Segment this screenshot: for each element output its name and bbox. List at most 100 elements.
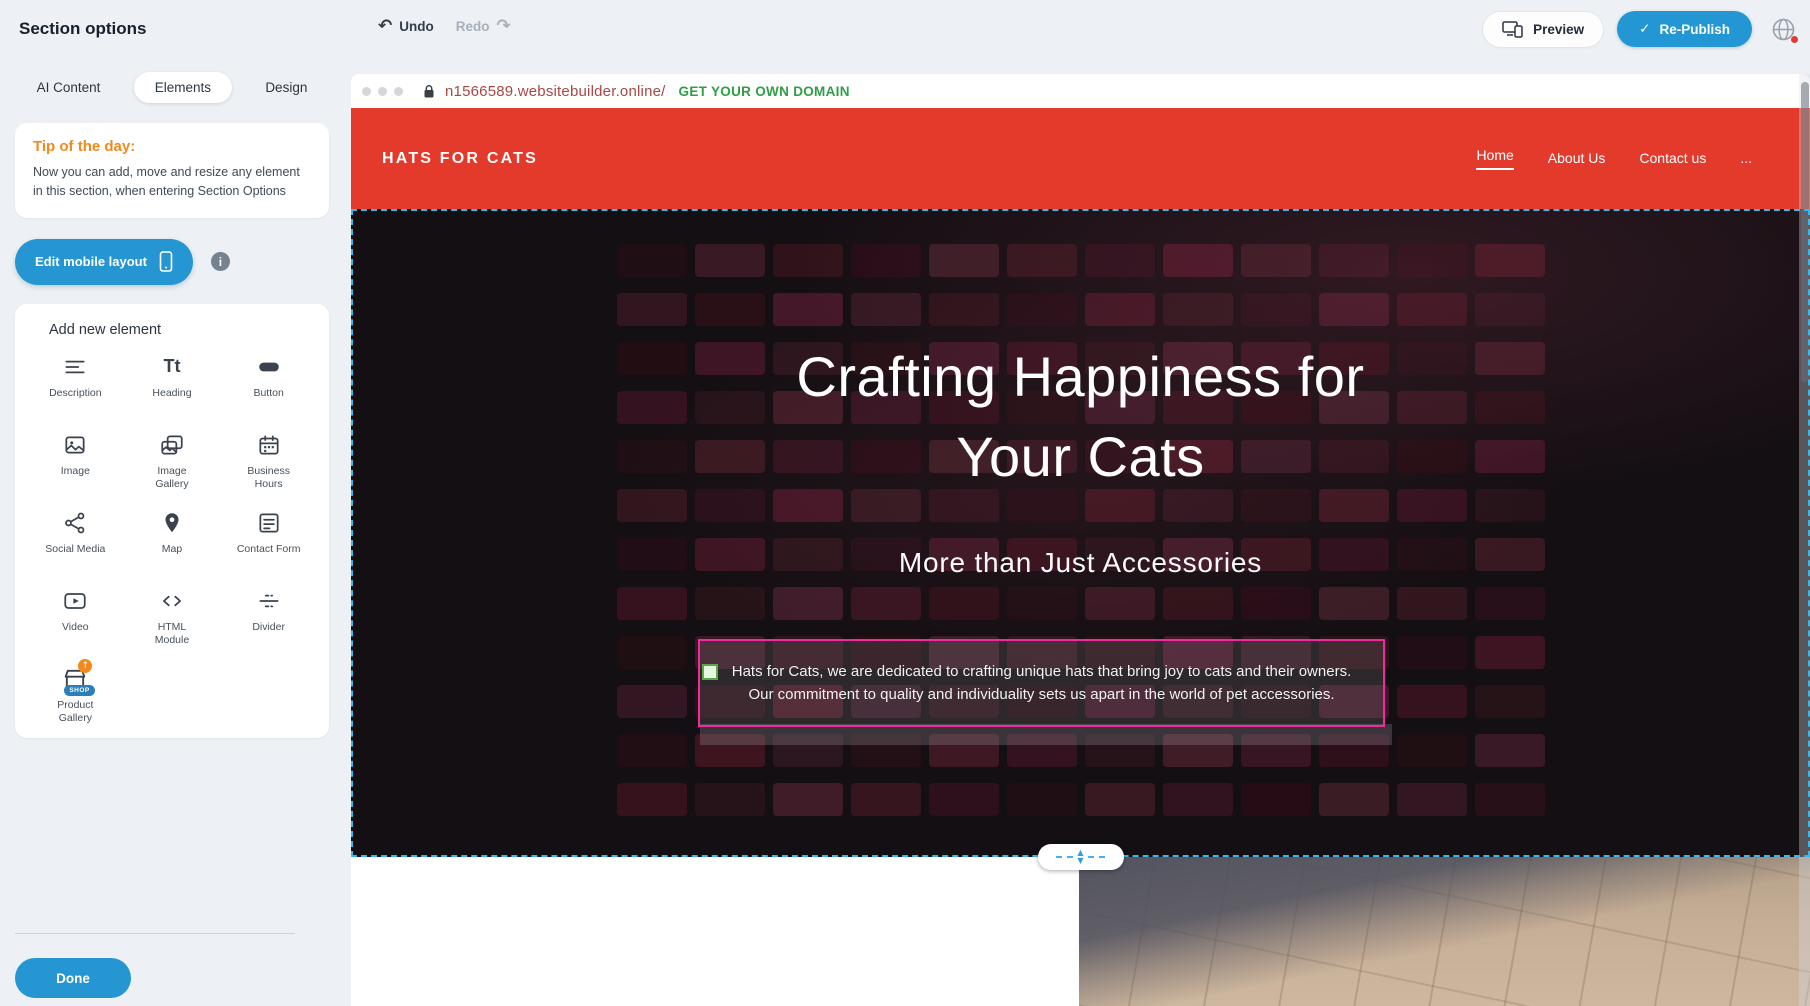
element-label: Contact Form <box>237 543 301 556</box>
notification-dot <box>1791 36 1798 43</box>
hero-tile <box>1163 587 1233 620</box>
map-icon <box>159 508 185 538</box>
hero-title[interactable]: Crafting Happiness for Your Cats <box>351 337 1810 497</box>
html-module-icon <box>159 586 185 616</box>
element-html-module[interactable]: HTML Module <box>124 586 221 650</box>
element-business-hours[interactable]: Business Hours <box>220 430 317 494</box>
element-social-media[interactable]: Social Media <box>27 508 124 572</box>
language-globe-button[interactable] <box>1766 12 1800 46</box>
hero-title-line2: Your Cats <box>351 417 1810 497</box>
element-label: Divider <box>252 621 285 634</box>
window-dot <box>394 87 403 96</box>
nav-home[interactable]: Home <box>1476 147 1513 170</box>
hero-tile <box>1397 293 1467 326</box>
hero-tile <box>1319 293 1389 326</box>
element-video[interactable]: Video <box>27 586 124 650</box>
hero-tile <box>1163 783 1233 816</box>
element-image-gallery[interactable]: Image Gallery <box>124 430 221 494</box>
element-drag-handle[interactable] <box>702 664 718 680</box>
hero-tile <box>1319 783 1389 816</box>
hero-section[interactable]: Crafting Happiness for Your Cats More th… <box>351 209 1810 857</box>
hero-tile <box>851 587 921 620</box>
image-gallery-icon <box>159 430 185 460</box>
hero-tile <box>1085 587 1155 620</box>
element-button[interactable]: Button <box>220 352 317 416</box>
next-section[interactable] <box>351 857 1810 1006</box>
mobile-layout-row: Edit mobile layout i <box>15 239 351 285</box>
redo-label: Redo <box>456 19 490 34</box>
info-icon[interactable]: i <box>211 252 230 271</box>
done-button[interactable]: Done <box>15 958 131 998</box>
hero-tile <box>1397 244 1467 277</box>
element-heading[interactable]: Tt Heading <box>124 352 221 416</box>
nav-about-us[interactable]: About Us <box>1548 150 1606 168</box>
element-product-gallery[interactable]: SHOP ↑ Product Gallery <box>27 664 124 728</box>
hero-tile <box>1085 244 1155 277</box>
element-grid: Description Tt Heading Button Image <box>27 352 317 728</box>
site-logo[interactable]: HATS FOR CATS <box>382 150 538 168</box>
hero-description: Hats for Cats, we are dedicated to craft… <box>719 660 1364 707</box>
redo-button[interactable]: Redo ↷ <box>456 16 511 36</box>
element-label: Map <box>162 543 182 556</box>
element-map[interactable]: Map <box>124 508 221 572</box>
tab-elements[interactable]: Elements <box>134 72 232 103</box>
element-divider[interactable]: Divider <box>220 586 317 650</box>
app-topbar: Section options ↶ Undo Redo ↷ Preview ✓ … <box>0 0 1810 58</box>
product-gallery-icon: SHOP ↑ <box>60 664 90 694</box>
edit-mobile-label: Edit mobile layout <box>35 254 147 269</box>
section-resize-handle[interactable]: ▲▼ <box>1038 844 1124 870</box>
sidebar-tabs: AI Content Elements Design <box>15 72 329 103</box>
undo-button[interactable]: ↶ Undo <box>378 16 434 36</box>
hero-tile <box>851 244 921 277</box>
element-label: Description <box>49 387 102 400</box>
tab-design[interactable]: Design <box>255 73 317 102</box>
hero-tile <box>1319 587 1389 620</box>
browser-chrome: n1566589.websitebuilder.online/ GET YOUR… <box>351 74 1810 108</box>
window-controls <box>362 87 403 96</box>
hero-tile <box>1241 244 1311 277</box>
video-icon <box>62 586 88 616</box>
description-icon <box>62 352 88 382</box>
tab-ai-content[interactable]: AI Content <box>27 73 111 102</box>
preview-button[interactable]: Preview <box>1483 12 1603 47</box>
nav-more[interactable]: ... <box>1740 150 1752 168</box>
scrollbar <box>1799 74 1810 1006</box>
element-label: HTML Module <box>140 621 204 647</box>
hero-tile <box>773 244 843 277</box>
republish-button[interactable]: ✓ Re-Publish <box>1617 11 1752 47</box>
phone-icon <box>159 251 173 272</box>
hero-tile <box>929 783 999 816</box>
hero-tile <box>1397 636 1467 669</box>
get-domain-link[interactable]: GET YOUR OWN DOMAIN <box>679 84 850 99</box>
window-dot <box>362 87 371 96</box>
element-description[interactable]: Description <box>27 352 124 416</box>
upgrade-badge-icon: ↑ <box>78 659 92 673</box>
paving-photo <box>1079 857 1810 1006</box>
hero-tile <box>617 685 687 718</box>
hero-tile <box>1475 636 1545 669</box>
element-label: Social Media <box>45 543 105 556</box>
hero-tile <box>1007 587 1077 620</box>
element-label: Heading <box>152 387 191 400</box>
window-dot <box>378 87 387 96</box>
hero-tile <box>773 293 843 326</box>
element-contact-form[interactable]: Contact Form <box>220 508 317 572</box>
selected-description-element[interactable]: Hats for Cats, we are dedicated to craft… <box>698 639 1385 727</box>
resize-arrows-icon: ▲▼ <box>1077 849 1083 865</box>
editor-canvas: n1566589.websitebuilder.online/ GET YOUR… <box>351 58 1810 1006</box>
hero-tile <box>1007 783 1077 816</box>
nav-contact-us[interactable]: Contact us <box>1639 150 1706 168</box>
hero-tile <box>1475 587 1545 620</box>
hero-tile <box>1163 293 1233 326</box>
hero-tile <box>617 734 687 767</box>
heading-icon: Tt <box>163 352 180 382</box>
element-label: Image Gallery <box>140 465 204 491</box>
hero-subtitle[interactable]: More than Just Accessories <box>351 547 1810 579</box>
hero-tile <box>1397 783 1467 816</box>
edit-mobile-layout-button[interactable]: Edit mobile layout <box>15 239 193 285</box>
preview-label: Preview <box>1533 22 1584 37</box>
page-title: Section options <box>19 19 147 39</box>
element-image[interactable]: Image <box>27 430 124 494</box>
element-label: Video <box>62 621 89 634</box>
contact-form-icon <box>256 508 282 538</box>
